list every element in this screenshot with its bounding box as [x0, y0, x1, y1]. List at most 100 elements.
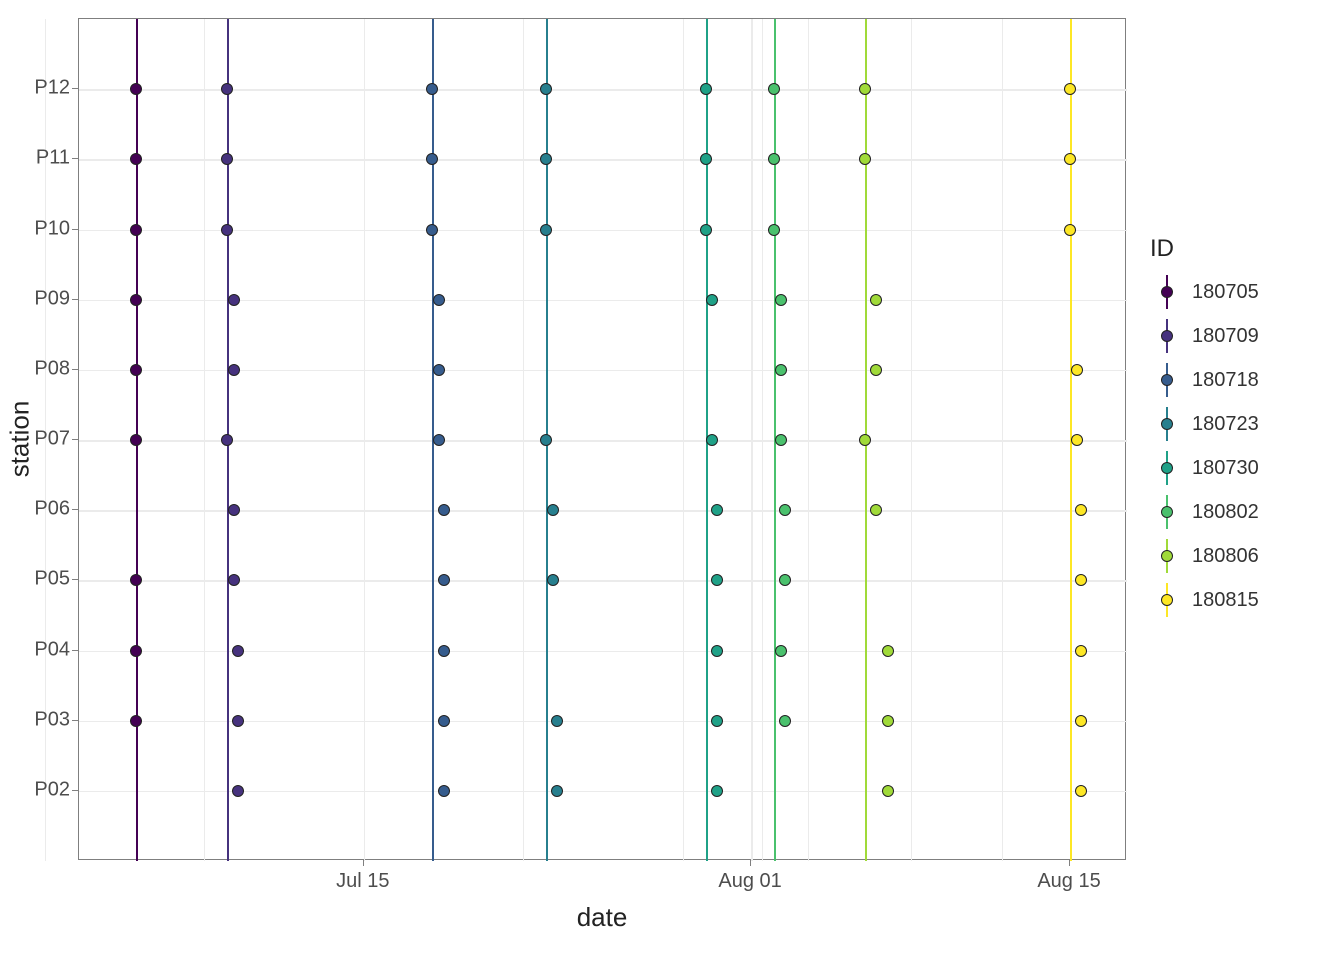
data-point: [551, 715, 563, 727]
x-tick-mark: [750, 860, 751, 866]
data-point: [779, 574, 791, 586]
legend-key: [1150, 275, 1184, 309]
legend-key: [1150, 319, 1184, 353]
data-point: [232, 715, 244, 727]
data-point: [130, 574, 142, 586]
data-point: [1071, 364, 1083, 376]
y-tick-label: P03: [30, 708, 70, 731]
data-point: [426, 224, 438, 236]
legend-key: [1150, 407, 1184, 441]
data-point: [1075, 645, 1087, 657]
legend-label: 180705: [1192, 281, 1259, 304]
data-point: [228, 364, 240, 376]
y-tick-mark: [72, 509, 78, 510]
y-tick-mark: [72, 650, 78, 651]
legend-key: [1150, 451, 1184, 485]
data-point: [438, 785, 450, 797]
data-point: [779, 715, 791, 727]
legend-item: 180709: [1150, 319, 1259, 353]
y-tick-label: P09: [30, 287, 70, 310]
data-point: [438, 645, 450, 657]
legend-title: ID: [1150, 235, 1174, 263]
data-point: [1075, 574, 1087, 586]
legend-label: 180730: [1192, 457, 1259, 480]
data-point: [426, 153, 438, 165]
data-point: [540, 434, 552, 446]
data-point: [438, 574, 450, 586]
y-tick-label: P10: [30, 217, 70, 240]
data-point: [433, 364, 445, 376]
x-tick-label: Aug 01: [718, 870, 781, 893]
data-point: [130, 434, 142, 446]
data-point: [706, 294, 718, 306]
y-tick-mark: [72, 158, 78, 159]
legend-label: 180806: [1192, 545, 1259, 568]
legend-key: [1150, 583, 1184, 617]
data-point: [711, 785, 723, 797]
y-tick-mark: [72, 229, 78, 230]
y-tick-label: P08: [30, 357, 70, 380]
data-point: [859, 153, 871, 165]
legend-item: 180806: [1150, 539, 1259, 573]
grid-major-horizontal: [79, 159, 1127, 161]
y-tick-mark: [72, 369, 78, 370]
y-tick-mark: [72, 720, 78, 721]
data-point: [130, 83, 142, 95]
data-point: [700, 224, 712, 236]
data-point: [882, 715, 894, 727]
legend-label: 180709: [1192, 325, 1259, 348]
data-point: [775, 294, 787, 306]
legend-label: 180723: [1192, 413, 1259, 436]
data-point: [1075, 715, 1087, 727]
y-tick-label: P06: [30, 498, 70, 521]
y-tick-label: P07: [30, 428, 70, 451]
y-tick-mark: [72, 790, 78, 791]
data-point: [130, 715, 142, 727]
data-point: [882, 785, 894, 797]
data-point: [130, 364, 142, 376]
data-point: [540, 83, 552, 95]
legend-item: 180802: [1150, 495, 1259, 529]
legend-label: 180802: [1192, 501, 1259, 524]
data-point: [859, 434, 871, 446]
y-tick-mark: [72, 439, 78, 440]
data-point: [221, 153, 233, 165]
data-point: [882, 645, 894, 657]
data-point: [779, 504, 791, 516]
data-point: [433, 434, 445, 446]
data-point: [130, 294, 142, 306]
legend-key: [1150, 539, 1184, 573]
data-point: [547, 504, 559, 516]
data-point: [540, 153, 552, 165]
legend-item: 180730: [1150, 451, 1259, 485]
data-point: [1071, 434, 1083, 446]
legend-item: 180705: [1150, 275, 1259, 309]
data-point: [228, 294, 240, 306]
data-point: [221, 83, 233, 95]
data-point: [1064, 224, 1076, 236]
y-tick-label: P11: [30, 147, 70, 170]
y-tick-mark: [72, 299, 78, 300]
data-point: [700, 153, 712, 165]
grid-major-horizontal: [79, 89, 1127, 91]
data-point: [232, 645, 244, 657]
data-point: [221, 224, 233, 236]
data-point: [438, 715, 450, 727]
data-point: [426, 83, 438, 95]
x-tick-label: Aug 15: [1037, 870, 1100, 893]
data-point: [228, 504, 240, 516]
data-point: [706, 434, 718, 446]
data-point: [547, 574, 559, 586]
data-point: [130, 153, 142, 165]
y-tick-label: P02: [30, 778, 70, 801]
data-point: [870, 294, 882, 306]
data-point: [859, 83, 871, 95]
data-point: [130, 224, 142, 236]
y-tick-mark: [72, 579, 78, 580]
data-point: [768, 224, 780, 236]
data-point: [870, 364, 882, 376]
data-point: [700, 83, 712, 95]
grid-major-horizontal: [79, 230, 1127, 232]
data-point: [775, 645, 787, 657]
x-axis-title: date: [577, 902, 628, 933]
